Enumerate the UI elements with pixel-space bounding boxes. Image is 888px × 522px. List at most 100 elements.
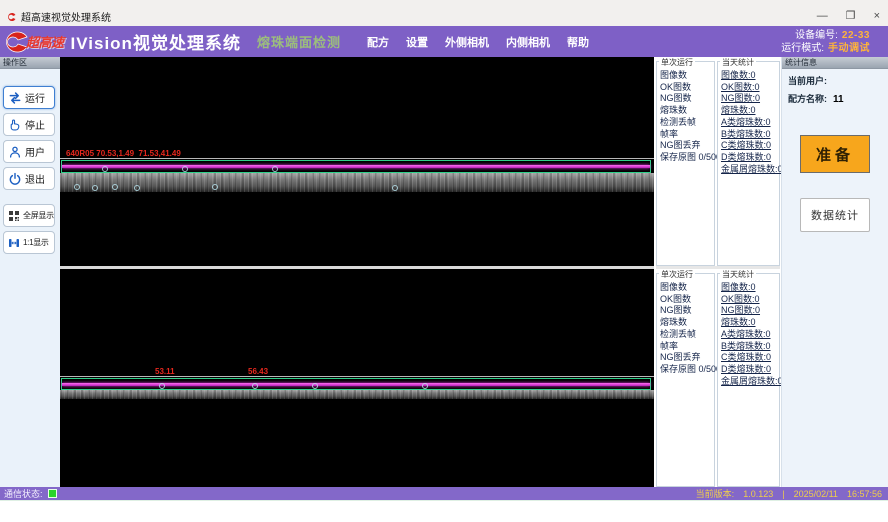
os-titlebar: 超高速视觉处理系统 — ❐ × [0, 0, 888, 27]
fullscreen-button[interactable]: 全屏显示 [3, 204, 55, 227]
device-id-label: 设备编号: [795, 30, 838, 41]
stats-section-top: 单次运行 图像数OK图数NG图数熔珠数检测丢帧帧率NG图丢弃保存原图 0/500… [656, 57, 780, 266]
stop-button-label: 停止 [25, 117, 45, 132]
today-stats-groupbox: 当天统计 图像数:0OK图数:0NG图数:0熔珠数:0A类熔珠数:0B类熔珠数:… [717, 61, 780, 266]
single-run-groupbox: 单次运行 图像数OK图数NG图数熔珠数检测丢帧帧率NG图丢弃保存原图 0/500 [656, 61, 715, 266]
maximize-button[interactable]: ❐ [846, 11, 856, 22]
single-run-title: 单次运行 [659, 269, 695, 280]
fullscreen-grid-icon [8, 210, 20, 222]
detection-box [61, 160, 651, 173]
stat-link-row[interactable]: B类熔珠数:0 [721, 129, 779, 141]
info-panel-header: 统计信息 [782, 57, 888, 69]
stat-row: OK图数 [660, 294, 714, 306]
menu-item-inner-camera[interactable]: 内侧相机 [506, 34, 550, 50]
stat-row: 检测丢帧 [660, 117, 714, 129]
stat-link-row[interactable]: OK图数:0 [721, 82, 779, 94]
brand-text: 超高速 [26, 32, 64, 51]
stat-link-row[interactable]: C类熔珠数:0 [721, 140, 779, 152]
run-button[interactable]: 运行 [3, 86, 55, 109]
operations-sidebar: 操作区 运行 停止 [0, 57, 61, 487]
status-date: 2025/02/11 [794, 489, 838, 499]
stat-link-row[interactable]: 熔珠数:0 [721, 317, 779, 329]
menu-item-settings[interactable]: 设置 [406, 34, 428, 50]
detection-box [61, 378, 651, 390]
user-icon [8, 145, 22, 159]
menu-item-outer-camera[interactable]: 外侧相机 [445, 34, 489, 50]
today-stats-groupbox: 当天统计 图像数:0OK图数:0NG图数:0熔珠数:0A类熔珠数:0B类熔珠数:… [717, 273, 780, 487]
stat-link-row[interactable]: 图像数:0 [721, 282, 779, 294]
camera-display-area: 640R05 70.53,1.49 71.53,41.49 53.1 [60, 57, 654, 487]
single-run-groupbox: 单次运行 图像数OK图数NG图数熔珠数检测丢帧帧率NG图丢弃保存原图 0/500 [656, 273, 715, 487]
one-to-one-button[interactable]: 1:1显示 [3, 231, 55, 254]
app-title: IVision视觉处理系统 [71, 29, 241, 54]
stat-row: 图像数 [660, 70, 714, 82]
statistics-column: 单次运行 图像数OK图数NG图数熔珠数检测丢帧帧率NG图丢弃保存原图 0/500… [656, 57, 780, 487]
stat-row: 帧率 [660, 341, 714, 353]
stat-link-row[interactable]: D类熔珠数:0 [721, 364, 779, 376]
menu-item-help[interactable]: 帮助 [567, 34, 589, 50]
close-button[interactable]: × [874, 11, 880, 22]
stat-row: 熔珠数 [660, 317, 714, 329]
stat-link-row[interactable]: D类熔珠数:0 [721, 152, 779, 164]
weld-strip-image [60, 173, 654, 192]
stat-row: 保存原图 0/500 [660, 364, 714, 376]
data-statistics-button[interactable]: 数据统计 [800, 198, 870, 232]
version-value: 1.0.123 [743, 489, 773, 499]
stop-button[interactable]: 停止 [3, 113, 55, 136]
stat-row: 保存原图 0/500 [660, 152, 714, 164]
today-stats-title: 当天统计 [720, 269, 756, 280]
weld-strip-image [60, 390, 654, 399]
exit-button[interactable]: 退出 [3, 167, 55, 190]
bead-top-edge [60, 158, 654, 159]
user-button[interactable]: 用户 [3, 140, 55, 163]
single-run-title: 单次运行 [659, 57, 695, 68]
main-menu: 配方 设置 外侧相机 内侧相机 帮助 [367, 34, 589, 50]
measurement-annotation: 640R05 70.53,1.49 71.53,41.49 [66, 149, 181, 158]
recipe-name-value: 11 [833, 94, 844, 105]
prepare-button[interactable]: 准备 [800, 135, 870, 173]
stat-row: 熔珠数 [660, 105, 714, 117]
operations-header: 操作区 [0, 57, 60, 69]
stat-link-row[interactable]: C类熔珠数:0 [721, 352, 779, 364]
stat-link-row[interactable]: 图像数:0 [721, 70, 779, 82]
fullscreen-button-label: 全屏显示 [23, 210, 54, 221]
app-logo-icon [7, 12, 17, 22]
status-time: 16:57:56 [847, 489, 882, 499]
stat-link-row[interactable]: NG图数:0 [721, 93, 779, 105]
run-mode-value: 手动调试 [828, 43, 870, 54]
stat-link-row[interactable]: A类熔珠数:0 [721, 329, 779, 341]
menu-item-recipe[interactable]: 配方 [367, 34, 389, 50]
stat-link-row[interactable]: 金属屑熔珠数:0 [721, 376, 779, 388]
exit-button-label: 退出 [25, 171, 45, 186]
today-stats-title: 当天统计 [720, 57, 756, 68]
app-subtitle: 熔珠端面检测 [257, 32, 341, 51]
minimize-button[interactable]: — [817, 11, 828, 22]
stat-link-row[interactable]: NG图数:0 [721, 305, 779, 317]
user-button-label: 用户 [25, 144, 45, 159]
app-header: 超高速 IVision视觉处理系统 熔珠端面检测 配方 设置 外侧相机 内侧相机… [0, 26, 888, 57]
stat-row: NG图丢弃 [660, 140, 714, 152]
desktop-area [0, 500, 888, 522]
comm-status-indicator [48, 489, 57, 498]
stat-row: 图像数 [660, 282, 714, 294]
current-user-label: 当前用户: [788, 76, 827, 86]
stat-row: OK图数 [660, 82, 714, 94]
run-arrows-icon [8, 91, 22, 105]
stat-link-row[interactable]: 金属屑熔珠数:0 [721, 164, 779, 176]
measurement-value-left: 53.11 [155, 367, 175, 376]
stat-link-row[interactable]: A类熔珠数:0 [721, 117, 779, 129]
status-bar: 通信状态: 当前版本: 1.0.123 | 2025/02/11 16:57:5… [0, 487, 888, 500]
device-id-value: 22-33 [842, 30, 870, 41]
comm-status-label: 通信状态: [4, 487, 43, 500]
camera-view-bottom: 53.11 56.43 [60, 269, 654, 487]
one-to-one-icon [8, 237, 20, 249]
power-icon [8, 172, 22, 186]
camera-view-top: 640R05 70.53,1.49 71.53,41.49 [60, 57, 654, 266]
stat-link-row[interactable]: OK图数:0 [721, 294, 779, 306]
stat-link-row[interactable]: B类熔珠数:0 [721, 341, 779, 353]
stat-row: NG图丢弃 [660, 352, 714, 364]
stat-row: NG图数 [660, 93, 714, 105]
stat-link-row[interactable]: 熔珠数:0 [721, 105, 779, 117]
bead-top-edge [60, 376, 654, 377]
stats-section-bottom: 单次运行 图像数OK图数NG图数熔珠数检测丢帧帧率NG图丢弃保存原图 0/500… [656, 269, 780, 487]
